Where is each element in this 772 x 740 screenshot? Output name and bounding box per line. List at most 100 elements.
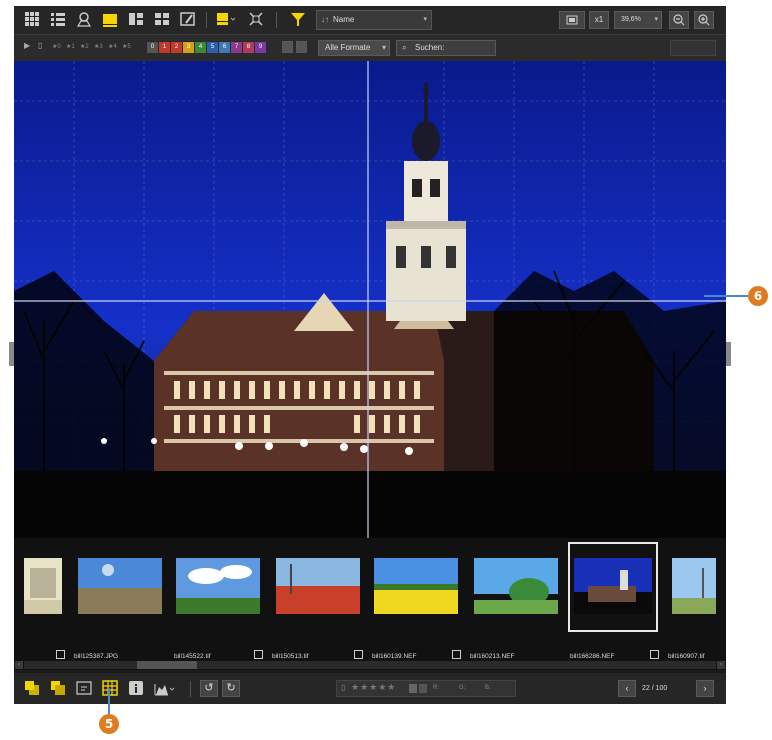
filmstrip-thumbnail[interactable] [78,558,162,614]
filmstrip-checkbox[interactable] [452,650,461,659]
filmstrip-filename: bill160213.NEF [470,653,515,660]
thumbnail-grid-icon[interactable] [24,11,42,29]
filmstrip-checkbox[interactable] [254,650,263,659]
color-label-8[interactable]: 8 [243,42,254,53]
rotate-left-button[interactable]: ↺ [200,680,218,697]
protect-icon[interactable]: ▯ [38,41,42,50]
left-panel-handle[interactable] [9,342,14,366]
filmstrip-filename: bill166286.NEF [570,653,615,660]
callout-line [108,688,110,716]
reject-tag-icon[interactable] [419,684,427,693]
histogram-icon[interactable] [154,680,175,698]
protect-icon[interactable]: ▯ [341,683,345,692]
filmstrip-checkbox[interactable] [354,650,363,659]
toolbar-divider [206,12,207,28]
filmstrip-filename: bill145522.tif [174,653,211,660]
zoom-factor-button[interactable]: x1 [589,11,609,29]
fullscreen-icon [566,15,578,25]
fit-screen-icon[interactable] [248,11,266,29]
color-label-6[interactable]: 6 [219,42,230,53]
filmstrip-thumbnail[interactable] [24,558,62,614]
rating-filter-2[interactable]: ★2 [80,43,89,50]
stack-images-icon[interactable] [24,680,42,698]
info-overlay-icon[interactable] [76,680,94,698]
chevron-down-icon: ▾ [381,43,386,52]
filmstrip-checkbox[interactable] [650,650,659,659]
rating-filter-4[interactable]: ★4 [108,43,117,50]
zoom-percent-select[interactable]: 39,6% ▾ [614,11,662,29]
rotate-right-button[interactable]: ↻ [222,680,240,697]
sort-select[interactable]: ↓↑ Name ▾ [316,10,432,30]
callout-badge-6: 6 [748,286,768,306]
filter-icon[interactable] [290,11,308,29]
rating-filter-3[interactable]: ★3 [94,43,103,50]
single-image-view-icon[interactable] [102,11,120,29]
main-image-view[interactable] [14,61,726,538]
selected-thumbnail-frame[interactable] [568,542,658,632]
color-label-9[interactable]: 9 [255,42,266,53]
color-label-3[interactable]: 3 [183,42,194,53]
filmstrip-checkbox[interactable] [56,650,65,659]
scroll-left-icon[interactable]: ‹ [15,661,23,669]
filmstrip-thumbnail[interactable] [176,558,260,614]
right-panel-handle[interactable] [726,342,731,366]
list-view-icon[interactable] [50,11,68,29]
red-value-label: R: [433,685,439,691]
search-field[interactable]: ⌕ Suchen: [396,40,496,56]
color-label-5[interactable]: 5 [207,42,218,53]
map-view-icon[interactable] [76,11,94,29]
rating-rgb-panel: ▯ ★★★★★ R: G: B: [336,680,516,697]
compare-view-icon[interactable] [128,11,146,29]
color-label-0[interactable]: 0 [147,42,158,53]
info-panel-icon[interactable] [128,680,146,698]
display-mode-icon[interactable] [216,11,236,29]
color-tag-icon[interactable] [409,684,417,693]
bottom-toolbar: ↺ ↻ ▯ ★★★★★ R: G: B: ‹ 22 / 100 › [14,673,726,704]
filmstrip-filename: bill125387.JPG [74,653,119,660]
rating-filter-5[interactable]: ★5 [122,43,131,50]
search-placeholder: Suchen: [415,43,445,52]
stack-select-icon[interactable] [50,680,68,698]
filmstrip-thumbnail[interactable] [672,558,716,614]
sort-order-icon: ↓↑ [321,15,329,24]
color-label-1[interactable]: 1 [159,42,170,53]
filmstrip-filename: bill150513.tif [272,653,309,660]
color-label-2[interactable]: 2 [171,42,182,53]
quad-view-icon[interactable] [154,11,172,29]
copy-filter-icon[interactable] [296,41,307,53]
scrollbar-thumb[interactable] [137,661,197,669]
zoom-in-button[interactable] [694,11,714,29]
grid-overlay-icon[interactable] [102,680,120,698]
toolbar-divider [276,12,277,28]
play-icon[interactable]: ▶ [24,41,30,50]
rating-filter-1[interactable]: ★1 [66,43,75,50]
viewer-window: ↓↑ Name ▾ x1 39,6% ▾ ▶ ▯ ★0 ★1 ★2 ★3 ★4 … [14,6,726,704]
clear-filter-button[interactable] [670,40,716,56]
sort-select-label: Name [333,15,355,24]
scroll-right-icon[interactable]: › [717,661,725,669]
filmstrip-thumbnail-selected[interactable] [574,558,652,614]
zoom-percent-value: 39,6% [621,16,641,23]
zoom-out-button[interactable] [669,11,689,29]
edit-view-icon[interactable] [180,11,198,29]
rating-filter-0[interactable]: ★0 [52,43,61,50]
color-label-7[interactable]: 7 [231,42,242,53]
filmstrip-thumbnail[interactable] [276,558,360,614]
filmstrip-thumbnail[interactable] [474,558,558,614]
fullscreen-button[interactable] [559,11,585,29]
next-image-button[interactable]: › [696,680,714,697]
color-label-4[interactable]: 4 [195,42,206,53]
previous-image-button[interactable]: ‹ [618,680,636,697]
callout-badge-5: 5 [99,714,119,734]
main-toolbar: ↓↑ Name ▾ x1 39,6% ▾ [14,6,726,35]
filmstrip-scrollbar[interactable]: ‹ › [15,661,725,669]
blue-value-label: B: [485,685,491,691]
zoom-out-icon [673,14,685,26]
chevron-left-icon: ‹ [625,683,629,693]
page-counter: 22 / 100 [642,685,668,692]
filmstrip: bill125387.JPG bill145522.tif bill150513… [14,538,726,670]
star-rating[interactable]: ★★★★★ [351,682,396,693]
filmstrip-thumbnail[interactable] [374,558,458,614]
format-select[interactable]: Alle Formate ▾ [318,40,390,56]
rejected-filter-icon[interactable] [282,41,293,53]
